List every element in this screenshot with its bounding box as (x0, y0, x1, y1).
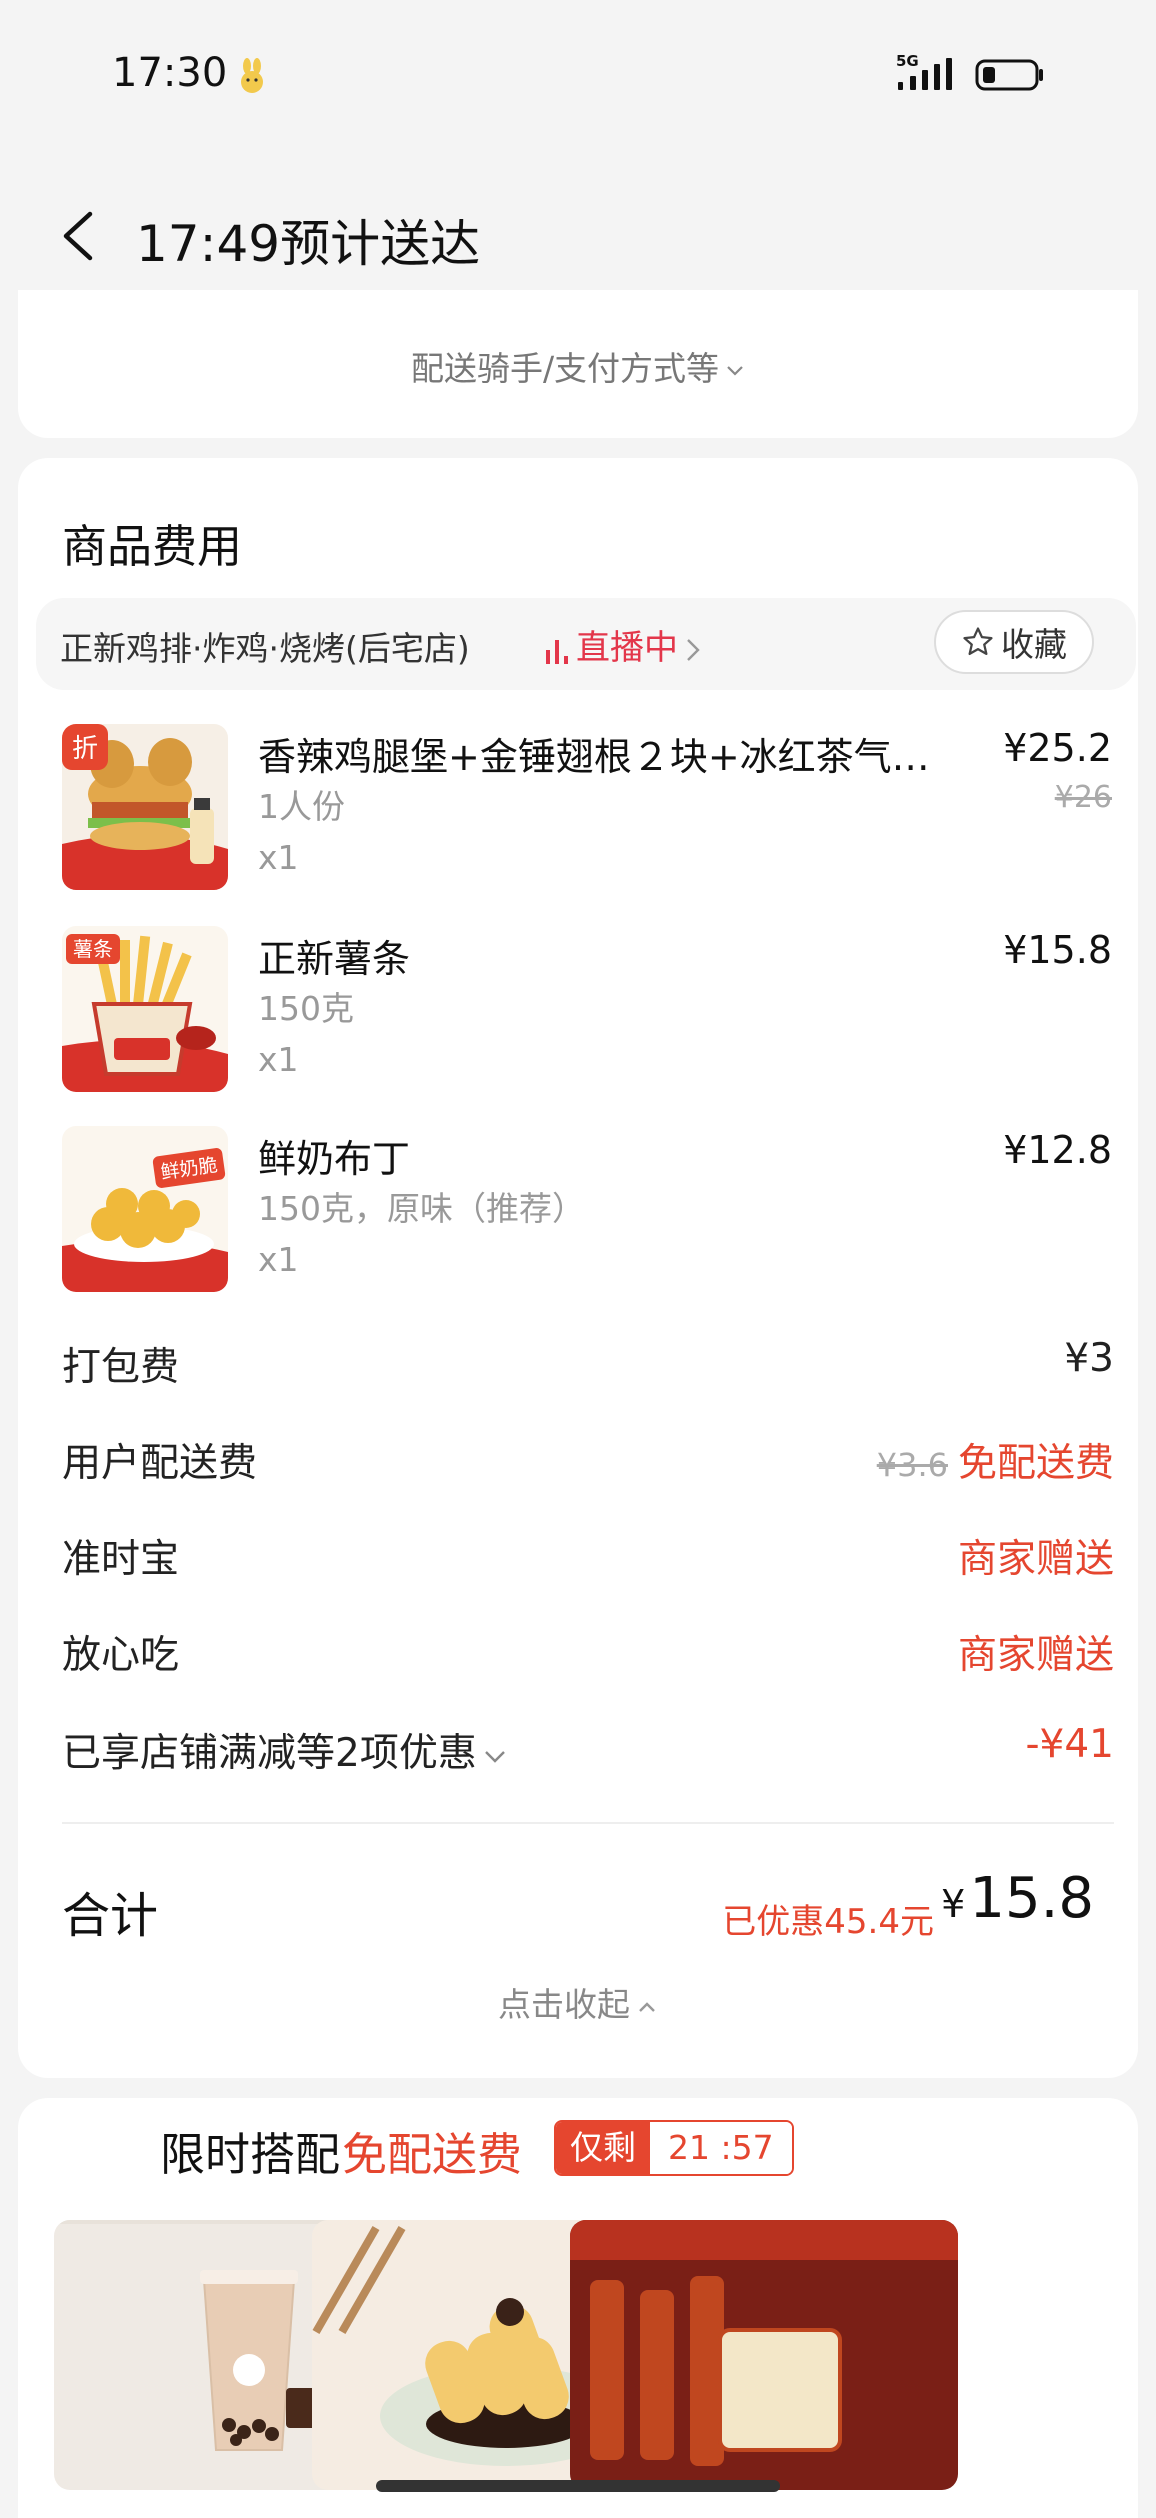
chevron-right-icon (687, 638, 700, 661)
network-label: 5G (896, 52, 919, 70)
total-label: 合计 (62, 1888, 159, 1944)
packing-fee-label: 打包费 (62, 1345, 180, 1390)
favorite-button[interactable]: 收藏 (934, 610, 1094, 674)
item-price: ¥25.2 (1003, 726, 1112, 770)
collapse-label: 点击收起 (498, 1985, 630, 2024)
item-price: ¥15.8 (1003, 928, 1112, 972)
discount-value: -¥41 (1025, 1722, 1114, 1767)
favorite-label: 收藏 (1001, 625, 1067, 664)
item-spec: 150克 (258, 989, 354, 1028)
ontime-guarantee-value: 商家赠送 (957, 1537, 1114, 1582)
item-name: 鲜奶布丁 (258, 1137, 411, 1181)
delivery-fee-value: ¥3.6 免配送费 (877, 1432, 1114, 1488)
discount-label-text: 已享店铺满减等2项优惠 (62, 1731, 477, 1776)
home-indicator[interactable] (376, 2480, 780, 2492)
promo-title-text: 限时搭配 (160, 2128, 341, 2181)
packing-fee-value: ¥3 (1064, 1336, 1114, 1381)
item-spec: 1人份 (258, 787, 345, 826)
item-name: 香辣鸡腿堡+金锤翅根２块+冰红茶气… (258, 735, 930, 779)
discount-badge: 折 (72, 734, 98, 764)
cellular-signal-icon: 5G (896, 52, 952, 90)
delivery-fee-label: 用户配送费 (62, 1441, 258, 1486)
item-quantity: x1 (258, 1240, 299, 1279)
back-arrow-icon[interactable] (58, 208, 98, 264)
chevron-down-icon (727, 365, 743, 376)
delivery-details-toggle[interactable]: 配送骑手/支付方式等 (18, 342, 1138, 390)
live-indicator[interactable]: 直播中 (544, 620, 702, 669)
promo-item-skewers[interactable] (570, 2220, 958, 2490)
goods-fee-card: 商品费用 正新鸡排·炸鸡·烧烤(后宅店) 直播中 收藏 折 香辣鸡腿堡+金锤翅根… (18, 458, 1138, 2078)
fries-thumbnail: 薯条 (62, 926, 228, 1092)
collapse-toggle[interactable]: 点击收起 (18, 1978, 1138, 2026)
countdown-timer: 仅剩 21 :57 (554, 2120, 794, 2176)
item-quantity: x1 (258, 838, 299, 877)
total-saved: 已优惠45.4元 (722, 1902, 934, 1942)
delivery-fee-original: ¥3.6 (876, 1446, 948, 1484)
notification-icon (241, 58, 263, 93)
food-safety-value: 商家赠送 (957, 1633, 1114, 1678)
promo-title: 限时搭配免配送费 (160, 2118, 522, 2183)
total-currency: ¥ (941, 1882, 966, 1926)
promo-card: 限时搭配免配送费 仅剩 21 :57 (18, 2098, 1138, 2518)
star-icon (963, 627, 993, 656)
ontime-guarantee-row: 准时宝 商家赠送 (62, 1528, 1114, 1588)
live-bars-icon (546, 639, 568, 664)
status-time: 17:30 (112, 50, 228, 96)
free-delivery-label: 免配送费 (957, 1441, 1114, 1486)
discount-label[interactable]: 已享店铺满减等2项优惠 (62, 1722, 509, 1778)
item-quantity: x1 (258, 1040, 299, 1079)
live-label: 直播中 (576, 628, 678, 668)
countdown-value: 21 :57 (650, 2122, 792, 2174)
fries-badge: 薯条 (73, 937, 113, 961)
total-amount-value: 15.8 (969, 1866, 1094, 1931)
promo-title-highlight: 免配送费 (342, 2128, 523, 2181)
food-safety-label: 放心吃 (62, 1633, 180, 1678)
delivery-details-label: 配送骑手/支付方式等 (410, 349, 720, 388)
item-spec: 150克，原味（推荐） (258, 1189, 585, 1228)
chevron-down-icon (484, 1750, 505, 1763)
order-item[interactable]: 折 香辣鸡腿堡+金锤翅根２块+冰红茶气… 1人份 x1 ¥25.2 ¥26 (62, 724, 1112, 894)
total-amount: ¥15.8 (941, 1866, 1094, 1931)
section-title: 商品费用 (62, 520, 243, 573)
countdown-tag: 仅剩 (556, 2122, 650, 2174)
ontime-guarantee-label: 准时宝 (62, 1537, 180, 1582)
page-title: 17:49预计送达 (136, 215, 481, 273)
milk-pudding-thumbnail: 鲜奶脆 (62, 1126, 228, 1292)
item-price: ¥12.8 (1003, 1128, 1112, 1172)
store-name[interactable]: 正新鸡排·炸鸡·烧烤(后宅店) (60, 622, 470, 670)
order-item[interactable]: 薯条 正新薯条 150克 x1 ¥15.8 (62, 926, 1112, 1096)
order-item[interactable]: 鲜奶脆 鲜奶布丁 150克，原味（推荐） x1 ¥12.8 (62, 1126, 1112, 1296)
item-original-price: ¥26 (1054, 780, 1112, 815)
divider (62, 1822, 1114, 1824)
delivery-fee-row: 用户配送费 ¥3.6 免配送费 (62, 1432, 1114, 1492)
battery-icon (975, 59, 1043, 91)
chevron-up-icon (639, 2001, 655, 2012)
burger-combo-thumbnail: 折 (62, 724, 228, 890)
delivery-info-card: 配送骑手/支付方式等 (18, 290, 1138, 438)
item-name: 正新薯条 (258, 937, 411, 981)
discount-row[interactable]: 已享店铺满减等2项优惠 -¥41 (62, 1722, 1114, 1782)
packing-fee-row: 打包费 ¥3 (62, 1336, 1114, 1396)
food-safety-row: 放心吃 商家赠送 (62, 1624, 1114, 1684)
